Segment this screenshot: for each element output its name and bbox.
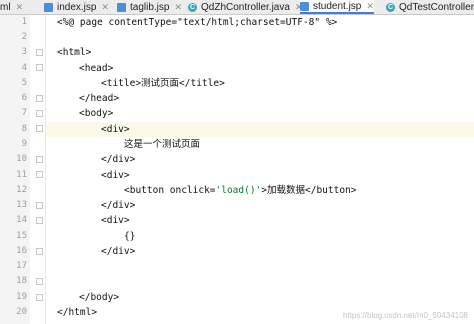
line-number: 10 bbox=[16, 154, 27, 164]
fold-marker[interactable] bbox=[36, 125, 43, 132]
code-line: {} bbox=[124, 231, 136, 242]
code-line: </head> bbox=[79, 93, 120, 104]
close-icon[interactable]: ✕ bbox=[174, 2, 182, 13]
tab-label: taglib.jsp bbox=[130, 1, 170, 13]
fold-marker[interactable] bbox=[36, 202, 43, 209]
line-number: 16 bbox=[16, 246, 27, 256]
line-number: 6 bbox=[21, 93, 27, 103]
tab-qdzhcontroller-java[interactable]: C QdZhController.java ✕ bbox=[188, 0, 302, 14]
code-line: <%@ page contentType="text/html;charset=… bbox=[57, 17, 338, 28]
line-number: 13 bbox=[16, 200, 27, 210]
code-line: <div> bbox=[101, 124, 130, 135]
fold-marker[interactable] bbox=[36, 156, 43, 163]
line-number: 18 bbox=[16, 276, 27, 286]
line-number: 3 bbox=[21, 47, 27, 57]
line-number: 11 bbox=[16, 170, 27, 180]
code-line: </html> bbox=[57, 307, 98, 318]
code-string: 'load()' bbox=[215, 185, 262, 196]
tab-label: QdTestController. bbox=[399, 1, 474, 13]
close-icon[interactable]: ✕ bbox=[366, 1, 374, 12]
fold-marker[interactable] bbox=[36, 171, 43, 178]
java-class-icon: C bbox=[188, 2, 197, 12]
fold-marker[interactable] bbox=[36, 95, 43, 102]
line-number: 12 bbox=[16, 185, 27, 195]
code-line: <head> bbox=[79, 63, 114, 74]
editor-tab-bar: ml ✕ index.jsp ✕ taglib.jsp ✕ C QdZhCont… bbox=[0, 0, 474, 15]
watermark: https://blog.csdn.net/m0_50434108 bbox=[343, 311, 468, 320]
code-line: </body> bbox=[79, 292, 120, 303]
code-line: </div> bbox=[101, 200, 136, 211]
fold-marker[interactable] bbox=[36, 294, 43, 301]
line-number: 1 bbox=[21, 17, 27, 27]
code-line: <button onclick='load()'>加载数据</button> bbox=[124, 183, 356, 198]
line-number: 7 bbox=[21, 108, 27, 118]
code-line: </div> bbox=[101, 246, 136, 257]
jsp-file-icon bbox=[44, 2, 53, 12]
fold-marker[interactable] bbox=[36, 278, 43, 285]
tab-index-jsp[interactable]: index.jsp ✕ bbox=[44, 0, 109, 14]
code-line: <title>测试页面</title> bbox=[101, 78, 225, 89]
jsp-file-icon bbox=[300, 1, 309, 11]
line-number: 19 bbox=[16, 292, 27, 302]
tab-label: QdZhController.java bbox=[201, 1, 290, 13]
line-number: 5 bbox=[21, 78, 27, 88]
tab-qdtestcontroller[interactable]: C QdTestController. bbox=[386, 0, 474, 14]
tab-label: index.jsp bbox=[57, 1, 97, 13]
code-line: </div> bbox=[101, 154, 136, 165]
code-line: <body> bbox=[79, 108, 114, 119]
line-number: 14 bbox=[16, 215, 27, 225]
fold-marker[interactable] bbox=[36, 64, 43, 71]
tab-taglib-jsp[interactable]: taglib.jsp ✕ bbox=[117, 0, 182, 14]
fold-marker[interactable] bbox=[36, 110, 43, 117]
jsp-file-icon bbox=[117, 2, 126, 12]
java-class-icon: C bbox=[386, 2, 395, 12]
fold-marker[interactable] bbox=[36, 217, 43, 224]
line-number: 17 bbox=[16, 261, 27, 271]
tab-label: student.jsp bbox=[313, 0, 362, 12]
line-number: 2 bbox=[21, 32, 27, 42]
line-number: 4 bbox=[21, 63, 27, 73]
code-line: <div> bbox=[101, 215, 130, 226]
close-icon[interactable]: ✕ bbox=[16, 2, 24, 13]
tab-ml[interactable]: ml ✕ bbox=[0, 0, 23, 14]
tab-student-jsp[interactable]: student.jsp ✕ bbox=[300, 0, 374, 14]
line-number: 20 bbox=[16, 307, 27, 317]
code-line: <html> bbox=[57, 47, 92, 58]
line-number: 15 bbox=[16, 231, 27, 241]
code-line: 这是一个测试页面 bbox=[124, 139, 201, 150]
close-icon[interactable]: ✕ bbox=[101, 2, 109, 13]
code-line: <div> bbox=[101, 170, 130, 181]
fold-marker[interactable] bbox=[36, 49, 43, 56]
line-number: 9 bbox=[21, 139, 27, 149]
code-tag: <button onclick= bbox=[124, 185, 216, 196]
gutter-divider bbox=[45, 15, 46, 324]
code-tag: >加载数据</button> bbox=[261, 185, 357, 196]
fold-marker[interactable] bbox=[36, 248, 43, 255]
line-number: 8 bbox=[21, 124, 27, 134]
tab-label: ml bbox=[0, 1, 11, 13]
